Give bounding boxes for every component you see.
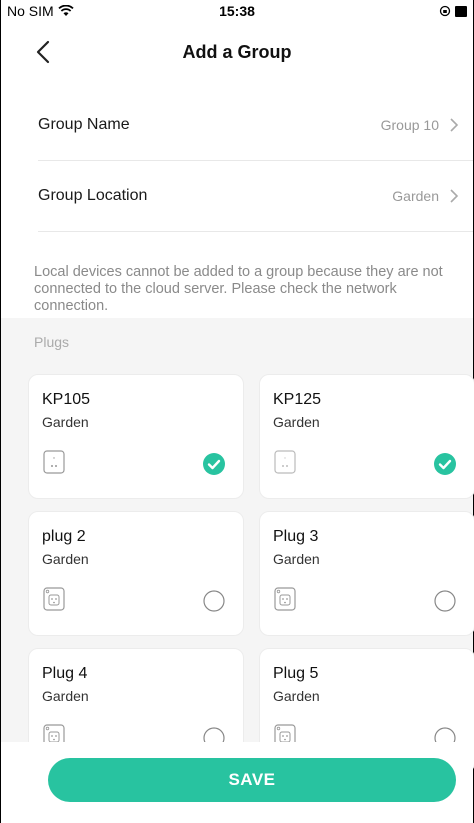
plug-location: Garden [42, 688, 89, 704]
plug-name: Plug 4 [42, 665, 88, 682]
plug-location: Garden [273, 551, 320, 567]
page-title: Add a Group [182, 42, 292, 62]
carrier-label: No SIM [7, 3, 54, 19]
wifi-icon [58, 5, 74, 16]
plug-card[interactable]: KP105 Garden [28, 374, 244, 499]
unchecked-circle-icon[interactable] [434, 590, 456, 612]
plug-location: Garden [273, 688, 320, 704]
save-button[interactable]: SAVE [48, 758, 456, 802]
plug-name: plug 2 [42, 528, 86, 545]
status-left: No SIM [7, 3, 74, 19]
nav-bar: Add a Group [1, 22, 473, 84]
mini-plug-icon [274, 450, 296, 474]
smart-plug-icon [43, 587, 65, 611]
group-location-value: Garden [392, 188, 439, 204]
plug-name: Plug 3 [273, 528, 319, 545]
status-right [439, 5, 467, 17]
group-name-row[interactable]: Group Name Group 10 [38, 95, 473, 155]
group-location-label: Group Location [38, 187, 148, 204]
status-bar: No SIM 15:38 [1, 0, 473, 22]
group-name-value-wrap: Group 10 [381, 117, 459, 133]
chevron-right-icon [450, 118, 459, 132]
lock-rotation-icon [439, 5, 451, 17]
save-button-label: SAVE [228, 770, 276, 789]
plug-location: Garden [273, 414, 320, 430]
divider [38, 231, 473, 232]
smart-plug-icon [274, 587, 296, 611]
group-location-row[interactable]: Group Location Garden [38, 166, 473, 226]
checkmark-circle-icon[interactable] [434, 453, 456, 475]
cloud-notice-text: Local devices cannot be added to a group… [34, 264, 443, 314]
plug-location: Garden [42, 551, 89, 567]
plugs-section-label: Plugs [34, 334, 70, 350]
plug-name: KP105 [42, 391, 91, 408]
plug-name: KP125 [273, 391, 322, 408]
divider [38, 160, 473, 161]
mini-plug-icon [43, 450, 65, 474]
plug-card[interactable]: KP125 Garden [259, 374, 474, 499]
plug-location: Garden [42, 414, 89, 430]
unchecked-circle-icon[interactable] [203, 590, 225, 612]
group-name-label: Group Name [38, 116, 130, 133]
plug-card[interactable]: Plug 3 Garden [259, 511, 474, 636]
chevron-right-icon [450, 189, 459, 203]
battery-icon [455, 5, 467, 17]
group-name-value: Group 10 [380, 117, 439, 133]
plug-name: Plug 5 [273, 665, 319, 682]
group-location-value-wrap: Garden [392, 188, 459, 204]
checkmark-circle-icon[interactable] [203, 453, 225, 475]
plug-card[interactable]: plug 2 Garden [28, 511, 244, 636]
